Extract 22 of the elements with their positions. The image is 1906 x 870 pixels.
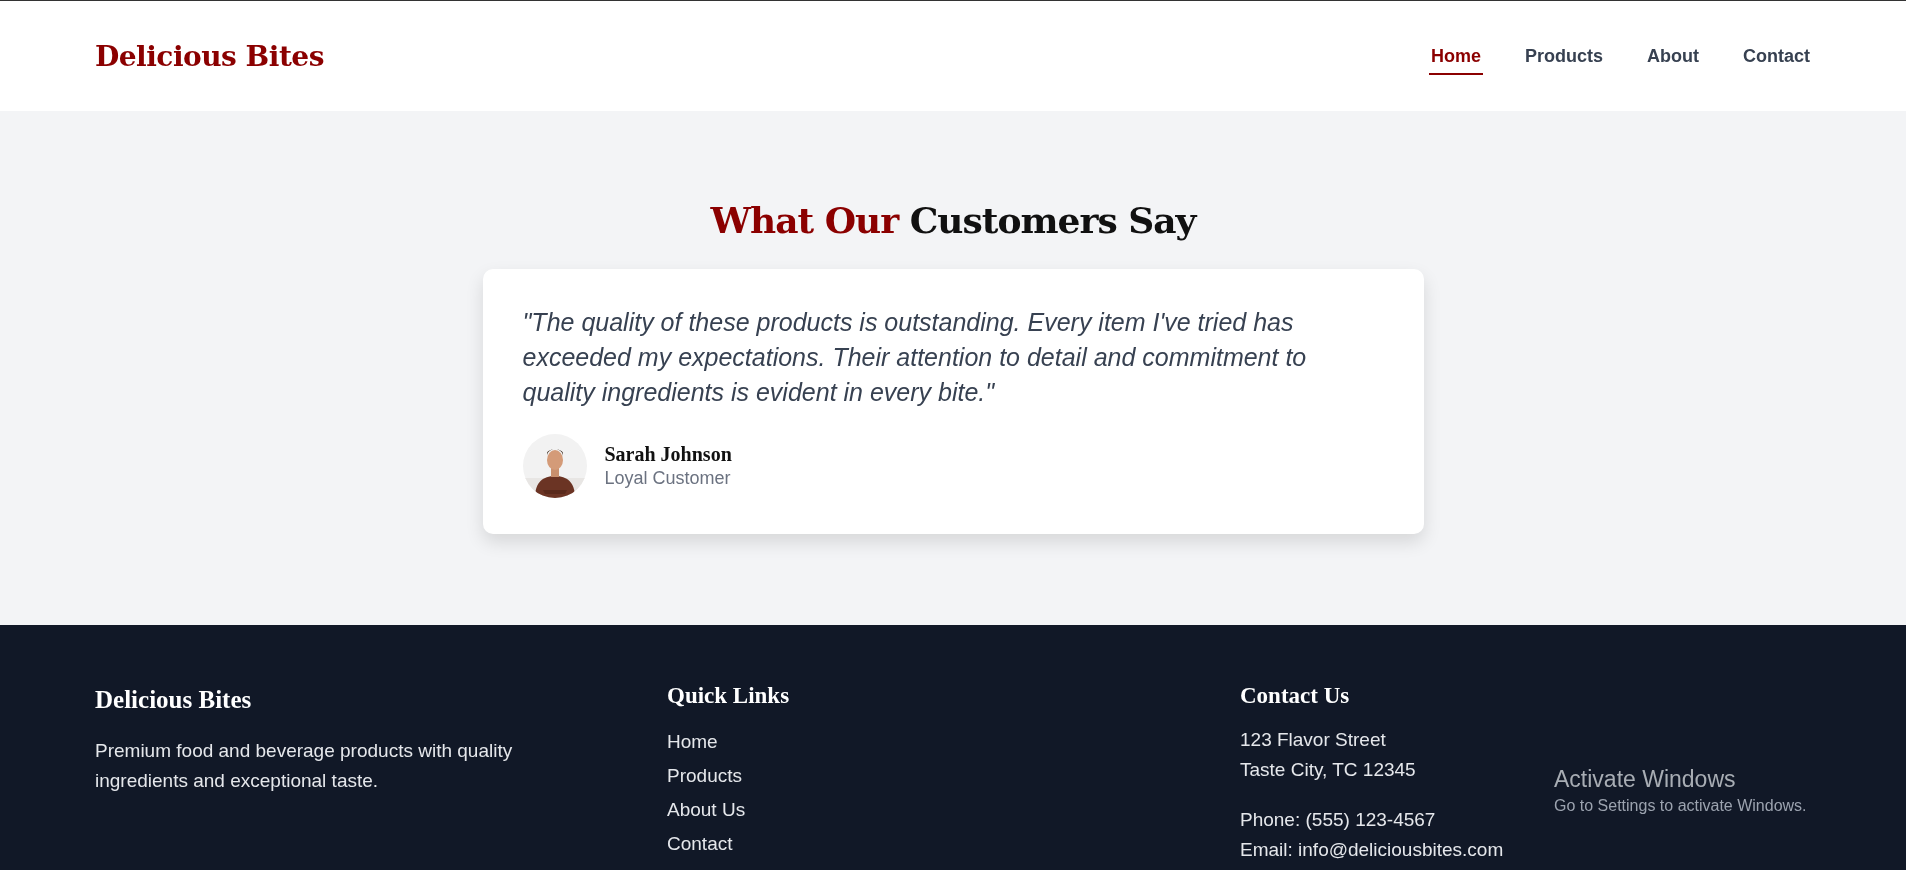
quote-text: "The quality of these products is outstanding. Every item I've tried has exceeded my expectations. Their attention to detail and commitment to quality ingredients is evident in every bite."	[522, 307, 1308, 408]
customer-name: Sarah Johnson	[604, 443, 732, 466]
nav-link[interactable]: Contact	[1741, 39, 1812, 75]
activation-subtitle: Go to Settings to activate Windows.	[1554, 797, 1807, 815]
contact-line: Email: info@deliciousbites.com	[1240, 838, 1504, 862]
nav-link[interactable]: Home	[1429, 39, 1483, 75]
section-heading: What Our Customers Say	[710, 199, 1196, 241]
footer-link[interactable]: Products	[667, 759, 742, 793]
contact-address: 123 Flavor Street Taste City, TC 12345	[1240, 728, 1416, 782]
footer-link[interactable]: About Us	[667, 793, 746, 827]
site-logo[interactable]: Delicious Bites	[95, 39, 324, 73]
customer-role: Loyal Customer	[604, 468, 732, 489]
footer-link[interactable]: Home	[667, 725, 718, 759]
footer-heading: Quick Links	[667, 683, 790, 709]
footer-description: Premium food and beverage products with quality ingredients and exceptional taste.	[95, 739, 514, 793]
activation-title: Activate Windows	[1554, 766, 1737, 793]
nav-link[interactable]: About	[1645, 39, 1701, 75]
footer-brand: Delicious Bites	[95, 686, 252, 714]
footer-link[interactable]: Contact	[667, 827, 733, 861]
footer-heading: Contact Us	[1240, 683, 1350, 709]
nav-link[interactable]: Products	[1523, 39, 1605, 75]
contact-line: Phone: (555) 123-4567	[1240, 808, 1436, 832]
